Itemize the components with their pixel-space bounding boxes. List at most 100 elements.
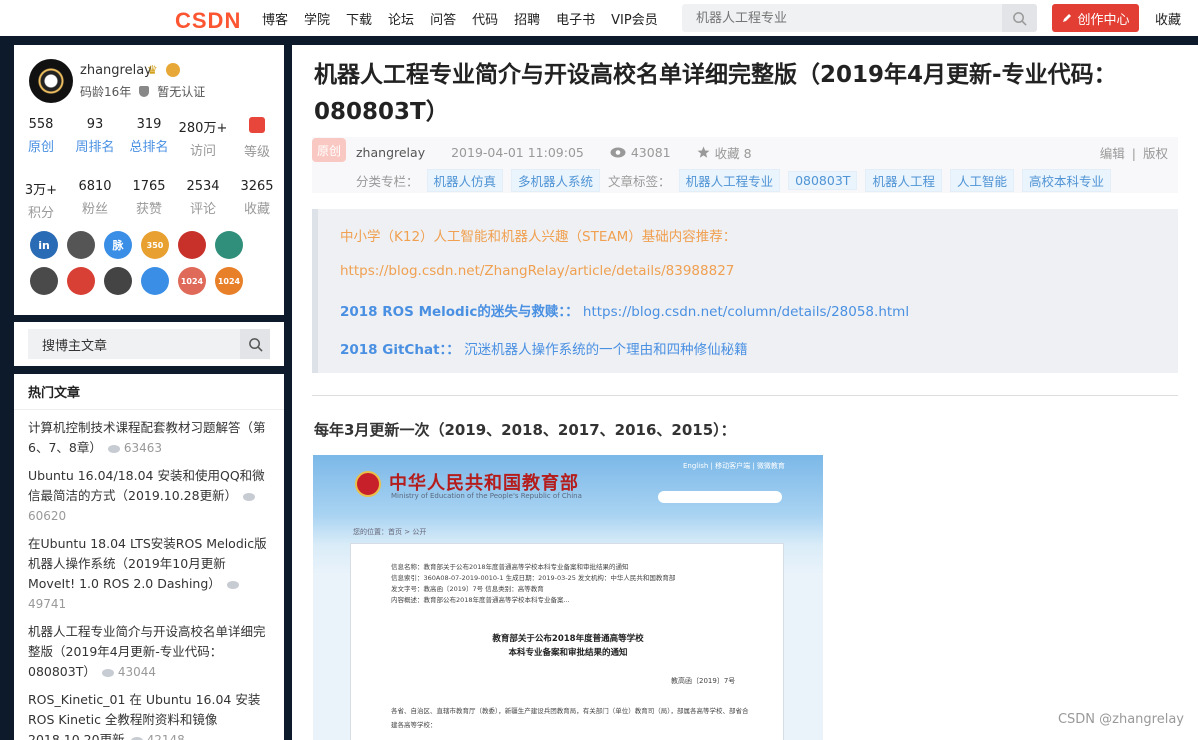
- edit-links: 编辑 | 版权: [1099, 146, 1168, 161]
- star-icon: [697, 146, 710, 158]
- stat-stats_row1-2[interactable]: 319 总排名: [122, 117, 176, 160]
- article-tag[interactable]: 机器人工程专业: [678, 169, 781, 192]
- notice-info-row: 信息索引：360A08-07-2019-0010-1 生成日期：2019-03-…: [391, 574, 676, 582]
- stat-stats_row2-0[interactable]: 3万+ 积分: [14, 179, 68, 221]
- recommend-melodic: 2018 ROS Melodic的迷失与救赎：： https://blog.cs…: [340, 300, 909, 320]
- nav-item[interactable]: 代码: [472, 9, 498, 28]
- avatar[interactable]: [29, 59, 73, 103]
- recommend-gitchat-link[interactable]: 沉迷机器人操作系统的一个理由和四种修仙秘籍: [464, 342, 748, 358]
- stat-stats_row2-4[interactable]: 3265 收藏: [230, 179, 284, 221]
- star-badge-icon[interactable]: [141, 267, 169, 295]
- rocket-badge-icon[interactable]: [178, 231, 206, 259]
- coding-years: 码龄16年: [80, 85, 132, 99]
- article-views-count: 43081: [630, 145, 671, 160]
- notice-info-rows: 信息名称：教育部关于公布2018年度普通高等学校本科专业备案和审批结果的通知信息…: [391, 562, 675, 606]
- medal-badge-icon[interactable]: [104, 267, 132, 295]
- blog-search-button[interactable]: [240, 329, 270, 359]
- 1024-gold-badge-icon[interactable]: 1024: [215, 267, 243, 295]
- notice-info-row: 信息名称：教育部关于公布2018年度普通高等学校本科专业备案和审批结果的通知: [391, 563, 629, 571]
- article-tag[interactable]: 080803T: [788, 171, 858, 190]
- stat-value: 3万+: [24, 183, 58, 198]
- pen-badge-icon[interactable]: [67, 267, 95, 295]
- hot-article-item[interactable]: ROS_Kinetic_01 在 Ubuntu 16.04 安装 ROS Kin…: [28, 690, 270, 740]
- hot-article-item[interactable]: 机器人工程专业简介与开设高校名单详细完整版（2019年4月更新-专业代码：080…: [28, 622, 270, 682]
- hot-articles-list: 计算机控制技术课程配套教材习题解答（第6、7、8章） 63463 Ubuntu 16…: [14, 418, 284, 740]
- eye-icon: [130, 736, 143, 740]
- article-tag[interactable]: 人工智能: [949, 169, 1014, 192]
- stat-value: 3265: [240, 179, 274, 194]
- nav-item[interactable]: 学院: [304, 9, 330, 28]
- notice-info-row: 发文字号：教高函〔2019〕7号 信息类别：高等教育: [391, 585, 544, 593]
- hot-article-item[interactable]: Ubuntu 16.04/18.04 安装和使用QQ和微信最简洁的方式（2019…: [28, 466, 270, 526]
- tags-label: 文章标签：: [608, 174, 671, 189]
- search-icon: [1013, 11, 1027, 26]
- stat-label: 粉丝: [81, 202, 108, 217]
- notice-doc-number: 教高函〔2019〕7号: [671, 677, 736, 685]
- nav-item[interactable]: 博客: [262, 9, 288, 28]
- linkedin-badge-icon[interactable]: in: [30, 231, 58, 259]
- notice-paper: 信息名称：教育部关于公布2018年度普通高等学校本科专业备案和审批结果的通知信息…: [350, 543, 784, 740]
- stat-stats_row1-0[interactable]: 558 原创: [14, 117, 68, 160]
- 1024-badge-icon[interactable]: 1024: [178, 267, 206, 295]
- search-icon: [248, 337, 263, 352]
- nav-item[interactable]: 招聘: [514, 9, 540, 28]
- recommend-k12-link[interactable]: https://blog.csdn.net/ZhangRelay/article…: [340, 263, 734, 279]
- stat-value: 319: [136, 117, 162, 132]
- ministry-breadcrumb: 您的位置：首页 > 公开: [353, 528, 427, 536]
- 350-badge-icon[interactable]: 350: [141, 231, 169, 259]
- nav-item[interactable]: 电子书: [556, 9, 595, 28]
- blog-badge-icon[interactable]: [30, 267, 58, 295]
- level-icon: [249, 117, 265, 133]
- stat-stats_row1-4[interactable]: 等级: [230, 117, 284, 160]
- article-favorites[interactable]: 收藏 8: [697, 143, 752, 162]
- stat-stats_row1-1[interactable]: 93 周排名: [68, 117, 122, 160]
- favorites-link[interactable]: 收藏: [1155, 9, 1181, 28]
- mai-badge-icon[interactable]: 脉: [104, 231, 132, 259]
- hot-article-item[interactable]: 在Ubuntu 18.04 LTS安装ROS Melodic版机器人操作系统（2…: [28, 534, 270, 614]
- hot-article-item[interactable]: 计算机控制技术课程配套教材习题解答（第6、7、8章） 63463: [28, 418, 270, 458]
- section-heading: 每年3月更新一次（2019、2018、2017、2016、2015）：: [314, 421, 736, 439]
- hot-article-view-count: 42148: [146, 733, 185, 740]
- recommend-quote: 中小学（K12）人工智能和机器人兴趣（STEAM）基础内容推荐： https:/…: [312, 209, 1178, 373]
- search-button[interactable]: [1002, 4, 1037, 32]
- notice-info-row: 内容概述：教育部公布2018年度普通高等学校本科专业备案...: [391, 596, 570, 604]
- nav-item[interactable]: VIP会员: [611, 9, 658, 28]
- profile-username[interactable]: zhangrelay: [80, 63, 152, 78]
- profile-card: zhangrelay ♛ 码龄16年 暂无认证 558 原创 93 周排名 319 总排名…: [14, 45, 284, 315]
- notice-title: 教育部关于公布2018年度普通高等学校 本科专业备案和审批结果的通知: [351, 632, 785, 660]
- eye-icon: [243, 492, 256, 501]
- edit-link[interactable]: 编辑: [1100, 146, 1125, 161]
- content-divider: [312, 395, 1178, 396]
- article-tag[interactable]: 机器人工程: [865, 169, 942, 192]
- profile-meta: 码龄16年 暂无认证: [80, 83, 205, 100]
- article-author[interactable]: zhangrelay: [356, 145, 425, 160]
- national-emblem-icon: [355, 471, 381, 497]
- stat-stats_row2-1[interactable]: 6810 粉丝: [68, 179, 122, 221]
- create-center-label: 创作中心: [1077, 12, 1130, 28]
- blog-search-input[interactable]: 搜博主文章: [28, 329, 270, 359]
- recommend-melodic-link[interactable]: https://blog.csdn.net/column/details/280…: [583, 304, 909, 320]
- stat-stats_row1-3[interactable]: 280万+ 访问: [176, 117, 230, 160]
- category-tag[interactable]: 机器人仿真: [426, 169, 504, 192]
- category-tag[interactable]: 多机器人系统: [511, 169, 601, 192]
- moe-notice-screenshot[interactable]: 中华人民共和国教育部 Ministry of Education of the …: [313, 455, 823, 740]
- nav-item[interactable]: 问答: [430, 9, 456, 28]
- stat-stats_row2-2[interactable]: 1765 获赞: [122, 179, 176, 221]
- csdn-logo[interactable]: CSDN: [175, 8, 241, 34]
- search-input[interactable]: [682, 10, 1002, 26]
- article-tag[interactable]: 高校本科专业: [1021, 169, 1111, 192]
- create-center-button[interactable]: 创作中心: [1052, 4, 1139, 32]
- ministry-search-box: [658, 491, 782, 503]
- nav-item[interactable]: 下载: [346, 9, 372, 28]
- article-date: 2019-04-01 11:09:05: [451, 145, 584, 160]
- stat-label: 评论: [189, 202, 216, 217]
- copyright-link[interactable]: 版权: [1143, 146, 1168, 161]
- eye-icon: [610, 147, 626, 158]
- hot-article-title[interactable]: Ubuntu 16.04/18.04 安装和使用QQ和微信最简洁的方式（2019…: [28, 468, 265, 503]
- stat-stats_row2-3[interactable]: 2534 评论: [176, 179, 230, 221]
- nav-item[interactable]: 论坛: [388, 9, 414, 28]
- eye-icon: [226, 580, 239, 589]
- github-badge-icon[interactable]: [67, 231, 95, 259]
- list-badge-icon[interactable]: [215, 231, 243, 259]
- stat-value: [230, 117, 284, 137]
